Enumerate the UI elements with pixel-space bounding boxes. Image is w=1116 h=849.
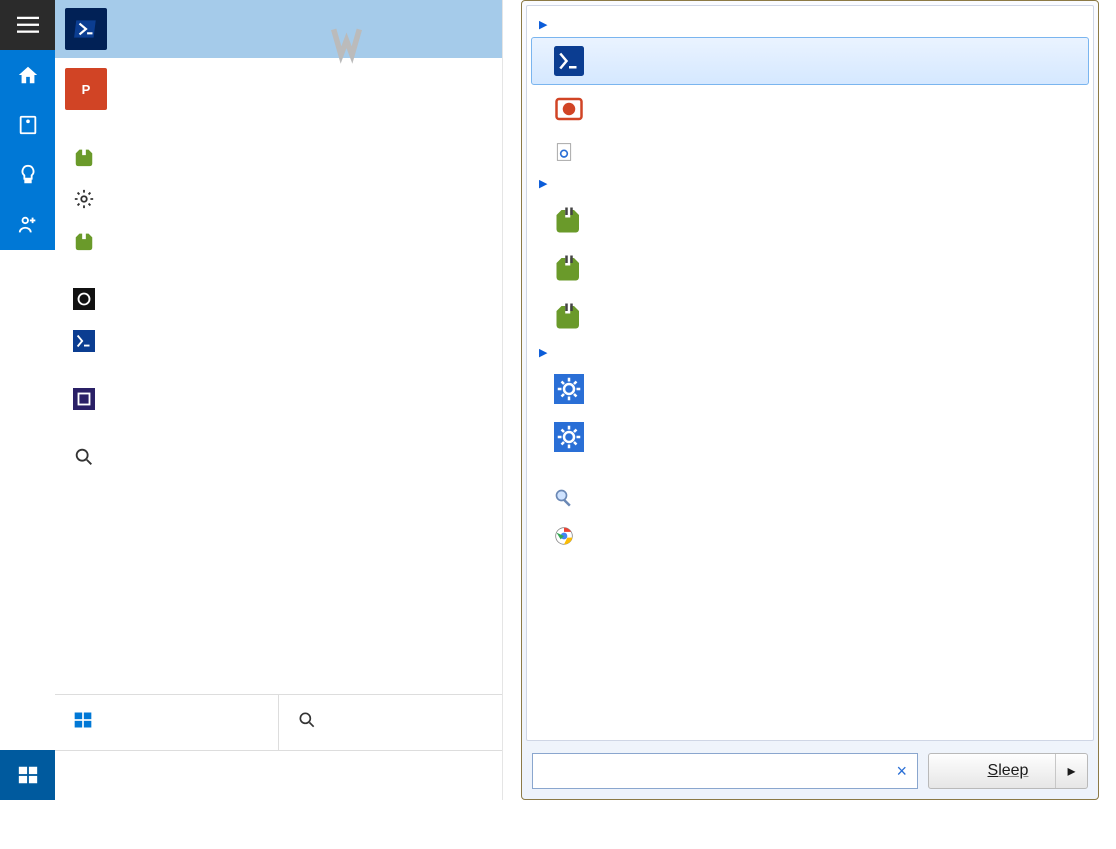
lightbulb-icon[interactable]	[0, 150, 55, 200]
win10-search-panel: P	[0, 0, 503, 800]
powerpoint-icon	[551, 91, 587, 127]
powershell-icon	[65, 8, 107, 50]
classic-search-box: ×	[532, 753, 918, 789]
gear-icon	[71, 186, 97, 212]
powershell-ise-icon	[71, 328, 97, 354]
powerpoint-icon: P	[65, 68, 107, 110]
chrome-icon	[551, 523, 577, 549]
result-powerdirector[interactable]	[55, 278, 502, 320]
power-plug-icon	[551, 250, 587, 286]
result-power-sleep[interactable]	[55, 178, 502, 220]
shutdown-options-arrow[interactable]: ▸	[1055, 754, 1087, 788]
home-icon[interactable]	[0, 50, 55, 100]
result-power-options[interactable]	[531, 196, 1089, 244]
magnifier-icon	[551, 485, 577, 511]
search-internet[interactable]	[531, 517, 1089, 555]
app-icon	[71, 286, 97, 312]
clear-search-button[interactable]: ×	[886, 761, 917, 782]
expand-arrow-icon: ▶	[539, 177, 547, 190]
cpl-file-icon	[551, 139, 577, 165]
settings-gear-icon	[551, 419, 587, 455]
section-web	[55, 420, 502, 436]
sleep-label: Sleep	[988, 762, 1029, 780]
result-power-buttons[interactable]	[531, 244, 1089, 292]
expand-arrow-icon: ▶	[539, 346, 547, 359]
power-plug-icon	[551, 202, 587, 238]
search-input[interactable]	[533, 761, 886, 781]
result-power-options[interactable]	[55, 136, 502, 178]
expand-arrow-icon: ▶	[539, 18, 547, 31]
result-lock-slideshow[interactable]	[531, 413, 1089, 461]
win10-filter-bar	[55, 694, 502, 750]
result-powershell[interactable]	[531, 37, 1089, 85]
filter-web[interactable]	[278, 695, 502, 750]
planner-icon	[71, 386, 97, 412]
section-apps	[55, 262, 502, 278]
search-icon	[71, 444, 97, 470]
search-icon	[297, 710, 317, 735]
start-button[interactable]	[0, 750, 55, 800]
win10-search-bar	[55, 750, 502, 800]
storage-icon[interactable]	[0, 100, 55, 150]
power-plug-icon	[551, 298, 587, 334]
see-more-results[interactable]	[531, 479, 1089, 517]
section-store	[55, 362, 502, 378]
result-powershell-ise[interactable]	[55, 320, 502, 362]
result-powerball[interactable]	[55, 436, 502, 478]
result-choose-plan[interactable]	[531, 292, 1089, 340]
result-power-planner[interactable]	[55, 378, 502, 420]
powershell-icon	[551, 43, 587, 79]
group-pc-settings[interactable]: ▶	[531, 340, 1089, 365]
sleep-button[interactable]: Sleep ▸	[928, 753, 1088, 789]
group-settings[interactable]: ▶	[531, 171, 1089, 196]
section-settings	[55, 120, 502, 136]
result-powerpoint-2007[interactable]	[531, 85, 1089, 133]
best-match-result[interactable]	[55, 0, 502, 58]
power-icon	[71, 228, 97, 254]
feedback-icon[interactable]	[0, 200, 55, 250]
power-icon	[71, 144, 97, 170]
win10-sidebar	[0, 0, 55, 800]
comparison-caption	[0, 800, 1116, 812]
result-powerpoint-mobile[interactable]: P	[55, 58, 502, 120]
search-input[interactable]	[55, 751, 502, 800]
settings-gear-icon	[551, 371, 587, 407]
result-powercfg[interactable]	[531, 133, 1089, 171]
classic-bottom-bar: × Sleep ▸	[526, 747, 1094, 795]
result-screen-off[interactable]	[531, 365, 1089, 413]
win10-results-column: P	[55, 0, 503, 800]
result-choose-plan[interactable]	[55, 220, 502, 262]
hamburger-menu-button[interactable]	[0, 0, 55, 50]
group-programs[interactable]: ▶	[531, 12, 1089, 37]
filter-my-stuff[interactable]	[55, 695, 278, 750]
windows-icon	[73, 710, 93, 735]
classic-shell-panel: ▶ ▶	[521, 0, 1099, 800]
